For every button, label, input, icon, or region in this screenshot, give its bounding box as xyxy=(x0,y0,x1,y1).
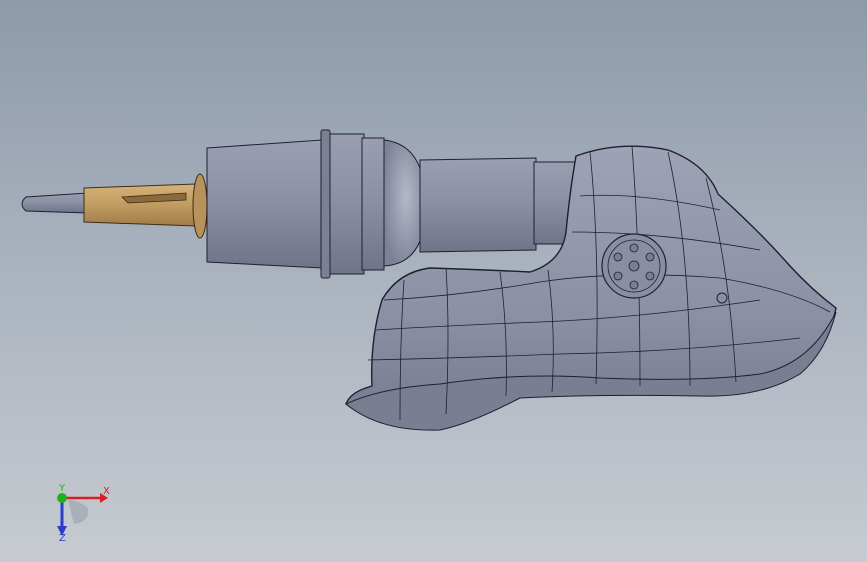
axis-x-label: X xyxy=(103,486,110,497)
probe-rod xyxy=(21,192,89,214)
brass-sleeve xyxy=(83,173,208,239)
axis-y-label: Y xyxy=(59,483,66,494)
vent-disc xyxy=(601,233,667,299)
model-render xyxy=(21,129,837,431)
axis-triad: X Y Z xyxy=(40,478,120,548)
model-viewport[interactable]: X Y Z xyxy=(0,0,867,562)
horn-cylinder xyxy=(206,129,579,279)
knob xyxy=(716,292,728,304)
axis-z-label: Z xyxy=(59,533,66,544)
